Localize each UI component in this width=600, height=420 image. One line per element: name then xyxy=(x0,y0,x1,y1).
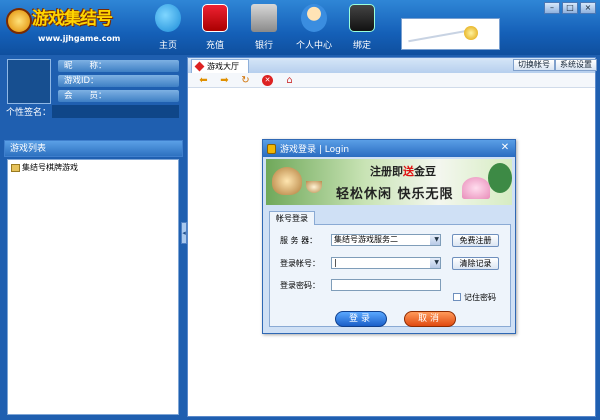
dialog-title: 游戏登录 | Login xyxy=(280,145,350,155)
phone-icon xyxy=(349,4,375,32)
tab-label: 游戏大厅 xyxy=(207,62,239,71)
home-nav-icon[interactable]: ⌂ xyxy=(284,75,295,86)
clear-records-button[interactable]: 清除记录 xyxy=(452,257,499,270)
cancel-button[interactable]: 取消 xyxy=(404,311,456,327)
signature-input[interactable] xyxy=(52,105,179,118)
refresh-icon[interactable]: ↻ xyxy=(240,75,251,86)
left-panel: 昵 称： 游戏ID： 会 员： 个性签名： 游戏列表 集结号棋牌游戏 xyxy=(4,57,183,417)
card-icon xyxy=(202,4,228,32)
maximize-button[interactable]: □ xyxy=(562,2,578,14)
game-list[interactable]: 集结号棋牌游戏 xyxy=(7,159,179,415)
system-settings-button[interactable]: 系统设置 xyxy=(555,59,597,71)
window-controls: – □ × xyxy=(544,2,596,14)
nickname-field: 昵 称： xyxy=(58,60,179,72)
profile-panel: 昵 称： 游戏ID： 会 员： 个性签名： xyxy=(4,57,183,135)
member-field: 会 员： xyxy=(58,90,179,102)
banner-slogan-1: 注册即送金豆 xyxy=(370,163,436,179)
login-form-panel: 服 务 器： 集结号游戏服务二 ▼ 免费注册 登录帐号： | ▼ 清除记录 登录… xyxy=(269,224,511,327)
signature-label: 个性签名： xyxy=(6,108,52,118)
ad-banner[interactable] xyxy=(401,18,500,50)
nav-user-center[interactable]: 个人中心 xyxy=(292,4,336,52)
free-register-button[interactable]: 免费注册 xyxy=(452,234,499,247)
back-arrow-icon[interactable]: ⬅ xyxy=(198,75,209,86)
close-button[interactable]: × xyxy=(580,2,596,14)
app-logo: 游戏集结号 www.jjhgame.com xyxy=(4,2,124,50)
account-input[interactable]: | ▼ xyxy=(331,257,441,269)
header-bar: 游戏集结号 www.jjhgame.com 主页 充值 银行 个人中心 绑定 –… xyxy=(0,0,600,55)
remember-password-label: 记住密码 xyxy=(464,293,496,302)
logo-coin-icon xyxy=(6,8,32,34)
tab-bar: 游戏大厅 切换帐号 系统设置 xyxy=(188,58,597,73)
bank-icon xyxy=(251,4,277,32)
account-label: 登录帐号： xyxy=(280,259,320,268)
login-form: 帐号登录 服 务 器： 集结号游戏服务二 ▼ 免费注册 登录帐号： | ▼ 清除… xyxy=(269,211,511,327)
account-value: | xyxy=(334,258,337,267)
user-icon xyxy=(301,4,327,32)
nav-label: 主页 xyxy=(158,41,177,51)
forward-arrow-icon[interactable]: ➡ xyxy=(219,75,230,86)
password-input[interactable] xyxy=(331,279,441,291)
nav-label: 个人中心 xyxy=(295,41,332,51)
list-item[interactable]: 集结号棋牌游戏 xyxy=(11,162,78,173)
chevron-down-icon: ▼ xyxy=(434,259,439,266)
promo-banner: 注册即送金豆 轻松休闲 快乐无限 xyxy=(266,159,512,205)
ad-stroke xyxy=(408,29,468,43)
avatar[interactable] xyxy=(7,59,51,104)
nav-home[interactable]: 主页 xyxy=(146,4,190,52)
logo-text: 游戏集结号 xyxy=(32,9,113,29)
teacup-icon xyxy=(306,181,322,193)
banner-text: 注册即 xyxy=(370,165,403,178)
tab-account-login[interactable]: 帐号登录 xyxy=(269,211,315,225)
password-label: 登录密码： xyxy=(280,281,320,290)
lotus-leaf-icon xyxy=(488,163,512,193)
nav-label: 充值 xyxy=(205,41,224,51)
browser-toolbar: ⬅ ➡ ↻ ✕ ⌂ xyxy=(188,73,595,88)
teapot-icon xyxy=(272,167,302,195)
banner-text-highlight: 送 xyxy=(403,165,414,178)
logo-url: www.jjhgame.com xyxy=(38,34,121,43)
game-list-title: 游戏列表 xyxy=(4,140,183,157)
home-icon xyxy=(155,4,181,32)
server-label: 服 务 器： xyxy=(280,236,318,245)
game-list-panel: 游戏列表 集结号棋牌游戏 xyxy=(4,140,183,417)
ad-bead-icon xyxy=(464,26,478,40)
nav-bank[interactable]: 银行 xyxy=(242,4,286,52)
login-button[interactable]: 登录 xyxy=(335,311,387,327)
dialog-close-button[interactable]: ✕ xyxy=(499,142,511,154)
banner-slogan-2: 轻松休闲 快乐无限 xyxy=(336,187,454,202)
lotus-flower-icon xyxy=(462,177,490,199)
folder-icon xyxy=(11,163,20,172)
lobby-tab-icon xyxy=(194,61,205,72)
nav-bind[interactable]: 绑定 xyxy=(340,4,384,52)
game-id-field: 游戏ID： xyxy=(58,75,179,87)
minimize-button[interactable]: – xyxy=(544,2,560,14)
remember-password-checkbox[interactable] xyxy=(453,293,461,301)
list-item-label: 集结号棋牌游戏 xyxy=(22,163,78,172)
server-select[interactable]: 集结号游戏服务二 ▼ xyxy=(331,234,441,246)
banner-text: 金豆 xyxy=(414,165,436,178)
chevron-down-icon: ▼ xyxy=(434,236,439,243)
stop-icon[interactable]: ✕ xyxy=(262,75,273,86)
nav-label: 银行 xyxy=(254,41,273,51)
dialog-title-bar[interactable]: 游戏登录 | Login xyxy=(263,140,515,157)
login-dialog: 游戏登录 | Login ✕ 注册即送金豆 轻松休闲 快乐无限 帐号登录 服 务… xyxy=(262,139,516,334)
server-value: 集结号游戏服务二 xyxy=(334,235,398,244)
lock-icon xyxy=(267,143,276,154)
nav-label: 绑定 xyxy=(352,41,371,51)
switch-account-button[interactable]: 切换帐号 xyxy=(513,59,555,71)
tab-game-lobby[interactable]: 游戏大厅 xyxy=(191,59,249,73)
nav-recharge[interactable]: 充值 xyxy=(193,4,237,52)
